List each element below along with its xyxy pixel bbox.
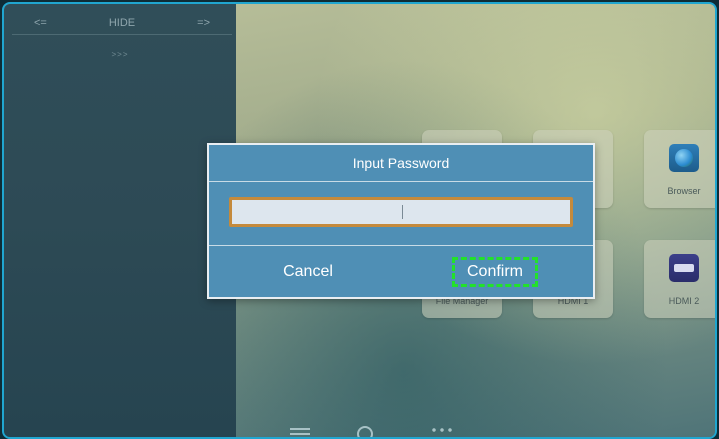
tile-label-browser: Browser (667, 186, 701, 196)
bottom-nav-bar (280, 426, 480, 437)
hdmi-icon (669, 254, 699, 282)
dialog-divider (209, 245, 593, 246)
confirm-button[interactable]: Confirm (452, 257, 538, 287)
app-tile-hdmi-2[interactable]: HDMI 2 (644, 240, 715, 318)
hide-panel-button[interactable]: HIDE (87, 17, 157, 29)
password-dialog: Input Password Cancel Confirm (207, 143, 595, 299)
password-input[interactable] (229, 197, 573, 227)
dialog-title: Input Password (209, 145, 593, 182)
text-caret (402, 205, 403, 219)
app-tile-browser[interactable]: Browser (644, 130, 715, 208)
tile-label-hdmi-2: HDMI 2 (668, 296, 700, 306)
more-icon[interactable] (430, 428, 454, 432)
side-panel: <= HIDE => >>> (4, 4, 236, 437)
prev-page-button[interactable]: <= (12, 17, 69, 29)
expand-button[interactable]: >>> (4, 50, 236, 59)
next-page-button[interactable]: => (175, 17, 232, 29)
browser-icon (669, 144, 699, 172)
menu-icon[interactable] (290, 428, 310, 437)
settings-icon[interactable] (357, 426, 373, 437)
cancel-button[interactable]: Cancel (253, 257, 363, 287)
side-panel-header: <= HIDE => (12, 12, 232, 35)
